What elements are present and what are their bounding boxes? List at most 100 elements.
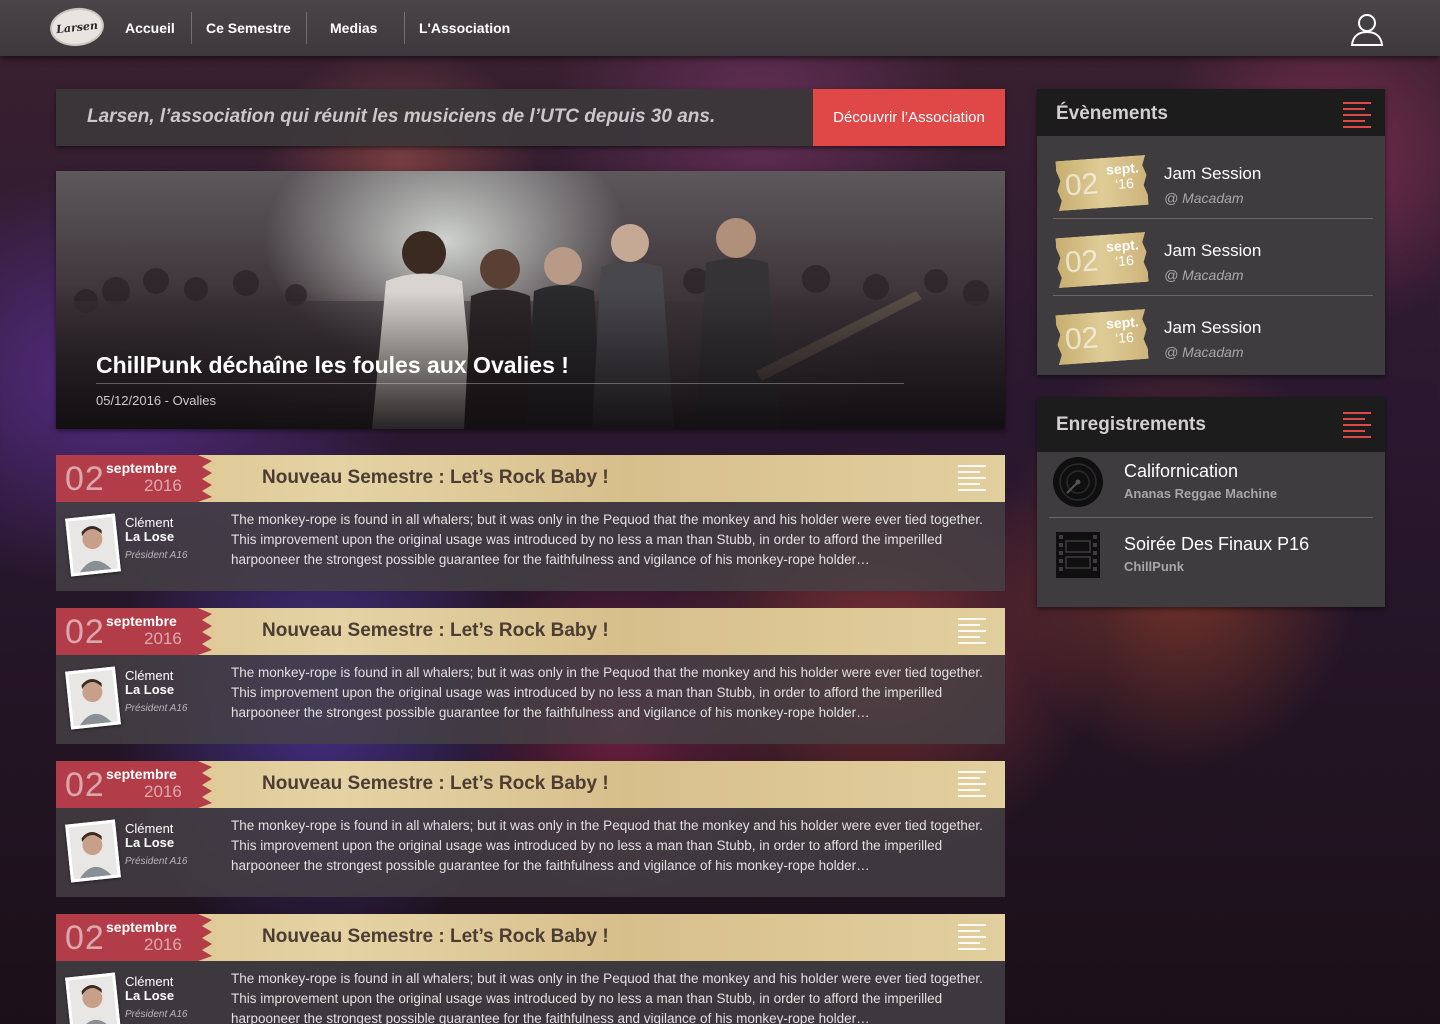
article-date-ribbon: 02 septembre 2016	[56, 455, 212, 502]
event-item[interactable]: 02 sept. ‘16 Jam Session @ Macadam	[1053, 142, 1373, 219]
recording-title[interactable]: Soirée Des Finaux P16	[1124, 534, 1309, 555]
recording-artist: Ananas Reggae Machine	[1124, 486, 1278, 501]
recording-title[interactable]: Californication	[1124, 461, 1238, 482]
article-body: Clément La Lose Président A16 The monkey…	[56, 655, 1005, 744]
event-date-ticket: 02 sept. ‘16	[1055, 309, 1148, 365]
author-last-name: La Lose	[125, 835, 175, 850]
recordings-panel: Enregistrements Californication Ananas R…	[1037, 397, 1385, 607]
article-title[interactable]: Nouveau Semestre : Let’s Rock Baby !	[262, 620, 609, 642]
featured-divider	[96, 383, 904, 384]
event-venue: @ Macadam	[1164, 190, 1244, 206]
article-year: 2016	[144, 629, 182, 648]
event-name[interactable]: Jam Session	[1164, 241, 1261, 261]
logo-text: Larsen	[55, 18, 99, 36]
article-year: 2016	[144, 935, 182, 954]
recordings-panel-header: Enregistrements	[1037, 397, 1385, 452]
author-role: Président A16	[125, 1009, 188, 1020]
author-first-name: Clément	[125, 668, 174, 683]
article-menu-icon[interactable]	[958, 618, 986, 646]
author-first-name: Clément	[125, 515, 174, 530]
article-excerpt: The monkey-rope is found in all whalers;…	[231, 971, 983, 1024]
article-day: 02	[65, 460, 105, 498]
article-body: Clément La Lose Président A16 The monkey…	[56, 502, 1005, 591]
recordings-menu-icon[interactable]	[1343, 412, 1371, 438]
article-menu-icon[interactable]	[958, 465, 986, 493]
featured-title[interactable]: ChillPunk déchaîne les foules aux Ovalie…	[96, 352, 569, 379]
author-avatar	[65, 513, 121, 577]
article-excerpt: The monkey-rope is found in all whalers;…	[231, 818, 983, 873]
event-date-ticket: 02 sept. ‘16	[1055, 155, 1148, 211]
author-first-name: Clément	[125, 974, 174, 989]
nav-item-medias[interactable]: Medias	[306, 12, 391, 44]
featured-article[interactable]: ChillPunk déchaîne les foules aux Ovalie…	[56, 171, 1005, 429]
recording-item[interactable]: Soirée Des Finaux P16 ChillPunk	[1049, 525, 1373, 591]
nav-item-ce-semestre[interactable]: Ce Semestre	[191, 12, 305, 44]
article-body: Clément La Lose Président A16 The monkey…	[56, 808, 1005, 897]
events-panel-title: Évènements	[1056, 103, 1168, 124]
author-last-name: La Lose	[125, 682, 175, 697]
event-venue: @ Macadam	[1164, 267, 1244, 283]
recordings-panel-title: Enregistrements	[1056, 414, 1206, 435]
author-last-name: La Lose	[125, 988, 175, 1003]
event-item[interactable]: 02 sept. ‘16 Jam Session @ Macadam	[1053, 296, 1373, 373]
discover-association-button[interactable]: Découvrir l’Association	[813, 89, 1005, 146]
article-card[interactable]: 02 septembre 2016 Nouveau Semestre : Let…	[56, 914, 1005, 1024]
event-item[interactable]: 02 sept. ‘16 Jam Session @ Macadam	[1053, 219, 1373, 296]
nav-item-association[interactable]: L'Association	[404, 12, 524, 44]
author-avatar	[65, 819, 121, 883]
article-body: Clément La Lose Président A16 The monkey…	[56, 961, 1005, 1024]
article-card[interactable]: 02 septembre 2016 Nouveau Semestre : Let…	[56, 455, 1005, 591]
nav-item-accueil[interactable]: Accueil	[111, 12, 189, 44]
article-day: 02	[65, 613, 105, 651]
article-title[interactable]: Nouveau Semestre : Let’s Rock Baby !	[262, 926, 609, 948]
event-name[interactable]: Jam Session	[1164, 318, 1261, 338]
article-excerpt: The monkey-rope is found in all whalers;…	[231, 512, 983, 567]
author-last-name: La Lose	[125, 529, 175, 544]
recording-item[interactable]: Californication Ananas Reggae Machine	[1049, 452, 1373, 518]
article-title[interactable]: Nouveau Semestre : Let’s Rock Baby !	[262, 467, 609, 489]
event-date-ticket: 02 sept. ‘16	[1055, 232, 1148, 288]
event-day: 02	[1063, 167, 1100, 203]
author-avatar	[65, 972, 121, 1024]
article-menu-icon[interactable]	[958, 924, 986, 952]
event-year: ‘16	[1114, 328, 1135, 347]
recording-artist: ChillPunk	[1124, 559, 1184, 574]
article-month: septembre	[106, 613, 177, 629]
author-role: Président A16	[125, 856, 188, 867]
article-day: 02	[65, 766, 105, 804]
article-menu-icon[interactable]	[958, 771, 986, 799]
author-role: Président A16	[125, 550, 188, 561]
article-title[interactable]: Nouveau Semestre : Let’s Rock Baby !	[262, 773, 609, 795]
author-avatar	[65, 666, 121, 730]
article-excerpt: The monkey-rope is found in all whalers;…	[231, 665, 983, 720]
article-date-ribbon: 02 septembre 2016	[56, 761, 212, 808]
event-name[interactable]: Jam Session	[1164, 164, 1261, 184]
event-year: ‘16	[1114, 174, 1135, 193]
tagline-text: Larsen, l’association qui réunit les mus…	[87, 106, 716, 127]
article-month: septembre	[106, 919, 177, 935]
article-header: 02 septembre 2016 Nouveau Semestre : Let…	[56, 455, 1005, 502]
article-card[interactable]: 02 septembre 2016 Nouveau Semestre : Let…	[56, 608, 1005, 744]
event-day: 02	[1063, 244, 1100, 280]
article-date-ribbon: 02 septembre 2016	[56, 914, 212, 961]
article-day: 02	[65, 919, 105, 957]
article-card[interactable]: 02 septembre 2016 Nouveau Semestre : Let…	[56, 761, 1005, 897]
larsen-logo[interactable]: Larsen	[48, 5, 106, 49]
event-venue: @ Macadam	[1164, 344, 1244, 360]
events-panel: Évènements 02 sept. ‘16 Jam Session @ Ma…	[1037, 89, 1385, 375]
article-header: 02 septembre 2016 Nouveau Semestre : Let…	[56, 608, 1005, 655]
article-date-ribbon: 02 septembre 2016	[56, 608, 212, 655]
events-menu-icon[interactable]	[1343, 102, 1371, 128]
event-day: 02	[1063, 321, 1100, 357]
article-month: septembre	[106, 766, 177, 782]
article-month: septembre	[106, 460, 177, 476]
author-role: Président A16	[125, 703, 188, 714]
event-year: ‘16	[1114, 251, 1135, 270]
vinyl-icon	[1052, 456, 1104, 508]
user-icon[interactable]	[1350, 12, 1384, 46]
article-header: 02 septembre 2016 Nouveau Semestre : Let…	[56, 761, 1005, 808]
article-year: 2016	[144, 476, 182, 495]
events-panel-header: Évènements	[1037, 89, 1385, 136]
featured-meta: 05/12/2016 - Ovalies	[96, 393, 216, 408]
author-first-name: Clément	[125, 821, 174, 836]
